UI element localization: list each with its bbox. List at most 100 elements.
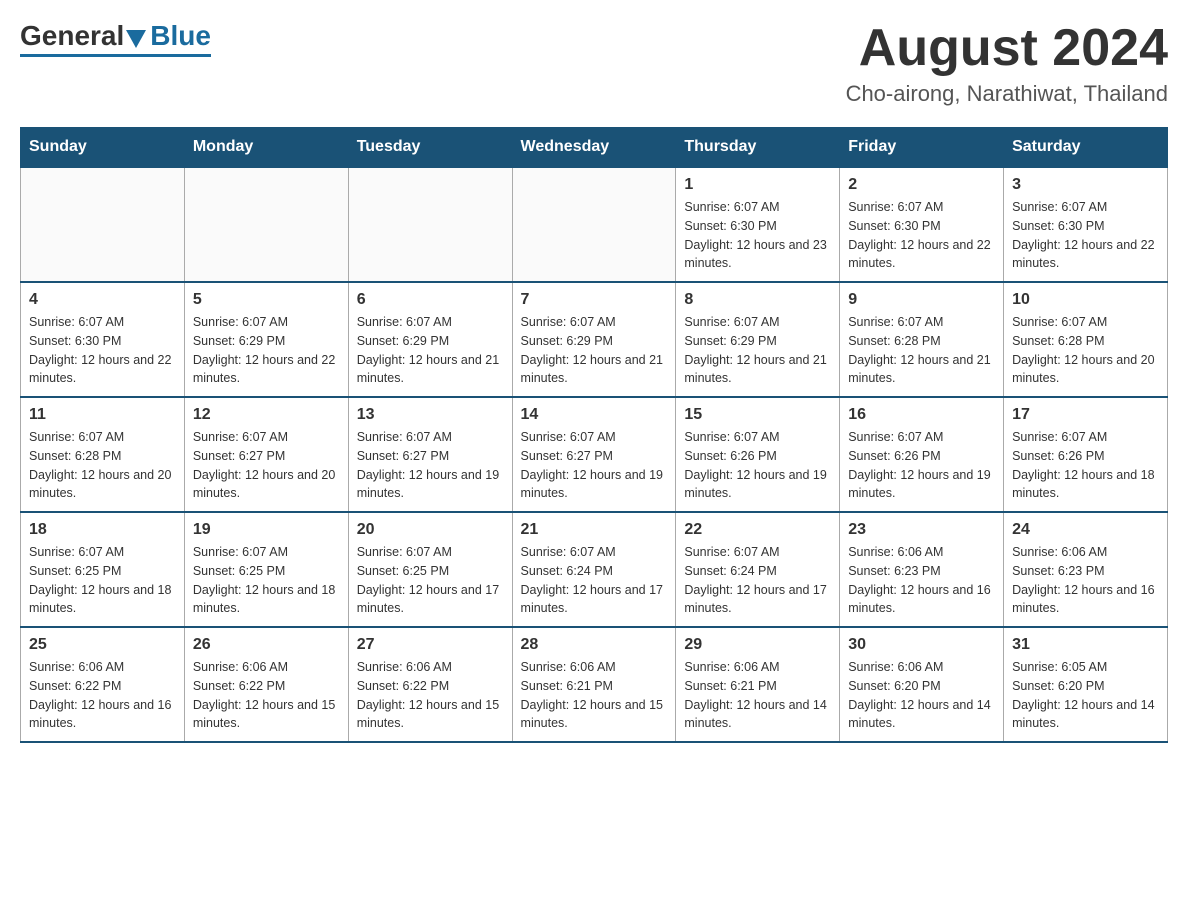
day-info: Sunrise: 6:07 AMSunset: 6:29 PMDaylight:… bbox=[521, 313, 668, 388]
calendar-cell: 7 Sunrise: 6:07 AMSunset: 6:29 PMDaylight… bbox=[512, 282, 676, 397]
day-number: 11 bbox=[29, 406, 176, 424]
day-info: Sunrise: 6:07 AMSunset: 6:25 PMDaylight:… bbox=[357, 543, 504, 618]
calendar-cell: 28 Sunrise: 6:06 AMSunset: 6:21 PMDayligh… bbox=[512, 627, 676, 742]
day-number: 25 bbox=[29, 636, 176, 654]
calendar-cell: 11 Sunrise: 6:07 AMSunset: 6:28 PMDayligh… bbox=[21, 397, 185, 512]
calendar-cell bbox=[348, 167, 512, 282]
month-title: August 2024 bbox=[846, 20, 1168, 77]
calendar-cell: 4 Sunrise: 6:07 AMSunset: 6:30 PMDaylight… bbox=[21, 282, 185, 397]
day-info: Sunrise: 6:07 AMSunset: 6:30 PMDaylight:… bbox=[684, 198, 831, 273]
calendar-cell: 22 Sunrise: 6:07 AMSunset: 6:24 PMDayligh… bbox=[676, 512, 840, 627]
day-info: Sunrise: 6:06 AMSunset: 6:23 PMDaylight:… bbox=[1012, 543, 1159, 618]
day-info: Sunrise: 6:06 AMSunset: 6:23 PMDaylight:… bbox=[848, 543, 995, 618]
day-number: 26 bbox=[193, 636, 340, 654]
col-friday: Friday bbox=[840, 128, 1004, 168]
day-number: 22 bbox=[684, 521, 831, 539]
logo-general-text: General bbox=[20, 20, 124, 52]
calendar-cell bbox=[184, 167, 348, 282]
day-number: 18 bbox=[29, 521, 176, 539]
col-sunday: Sunday bbox=[21, 128, 185, 168]
calendar-cell: 25 Sunrise: 6:06 AMSunset: 6:22 PMDayligh… bbox=[21, 627, 185, 742]
day-number: 20 bbox=[357, 521, 504, 539]
day-number: 8 bbox=[684, 291, 831, 309]
day-number: 17 bbox=[1012, 406, 1159, 424]
calendar-cell: 10 Sunrise: 6:07 AMSunset: 6:28 PMDayligh… bbox=[1004, 282, 1168, 397]
day-number: 24 bbox=[1012, 521, 1159, 539]
col-tuesday: Tuesday bbox=[348, 128, 512, 168]
day-info: Sunrise: 6:06 AMSunset: 6:21 PMDaylight:… bbox=[684, 658, 831, 733]
day-number: 3 bbox=[1012, 176, 1159, 194]
calendar-cell: 18 Sunrise: 6:07 AMSunset: 6:25 PMDayligh… bbox=[21, 512, 185, 627]
day-info: Sunrise: 6:07 AMSunset: 6:30 PMDaylight:… bbox=[29, 313, 176, 388]
day-info: Sunrise: 6:07 AMSunset: 6:30 PMDaylight:… bbox=[1012, 198, 1159, 273]
calendar-cell: 3 Sunrise: 6:07 AMSunset: 6:30 PMDaylight… bbox=[1004, 167, 1168, 282]
day-info: Sunrise: 6:06 AMSunset: 6:22 PMDaylight:… bbox=[193, 658, 340, 733]
day-number: 7 bbox=[521, 291, 668, 309]
day-info: Sunrise: 6:07 AMSunset: 6:29 PMDaylight:… bbox=[193, 313, 340, 388]
day-number: 21 bbox=[521, 521, 668, 539]
day-number: 27 bbox=[357, 636, 504, 654]
day-info: Sunrise: 6:07 AMSunset: 6:24 PMDaylight:… bbox=[684, 543, 831, 618]
calendar-cell: 5 Sunrise: 6:07 AMSunset: 6:29 PMDaylight… bbox=[184, 282, 348, 397]
calendar-table: Sunday Monday Tuesday Wednesday Thursday… bbox=[20, 127, 1168, 743]
day-number: 14 bbox=[521, 406, 668, 424]
calendar-cell: 2 Sunrise: 6:07 AMSunset: 6:30 PMDaylight… bbox=[840, 167, 1004, 282]
logo: General Blue bbox=[20, 20, 211, 57]
day-number: 29 bbox=[684, 636, 831, 654]
col-wednesday: Wednesday bbox=[512, 128, 676, 168]
calendar-cell: 16Sunrise: 6:07 AMSunset: 6:26 PMDayligh… bbox=[840, 397, 1004, 512]
calendar-cell: 21Sunrise: 6:07 AMSunset: 6:24 PMDayligh… bbox=[512, 512, 676, 627]
calendar-cell: 24 Sunrise: 6:06 AMSunset: 6:23 PMDayligh… bbox=[1004, 512, 1168, 627]
calendar-cell: 30Sunrise: 6:06 AMSunset: 6:20 PMDayligh… bbox=[840, 627, 1004, 742]
day-number: 5 bbox=[193, 291, 340, 309]
day-info: Sunrise: 6:06 AMSunset: 6:20 PMDaylight:… bbox=[848, 658, 995, 733]
day-number: 1 bbox=[684, 176, 831, 194]
calendar-week-row: 25 Sunrise: 6:06 AMSunset: 6:22 PMDayligh… bbox=[21, 627, 1168, 742]
day-info: Sunrise: 6:07 AMSunset: 6:30 PMDaylight:… bbox=[848, 198, 995, 273]
page-header: General Blue August 2024 Cho-airong, Nar… bbox=[20, 20, 1168, 107]
day-number: 13 bbox=[357, 406, 504, 424]
location-subtitle: Cho-airong, Narathiwat, Thailand bbox=[846, 81, 1168, 107]
calendar-cell bbox=[21, 167, 185, 282]
day-number: 6 bbox=[357, 291, 504, 309]
day-info: Sunrise: 6:07 AMSunset: 6:25 PMDaylight:… bbox=[29, 543, 176, 618]
day-info: Sunrise: 6:07 AMSunset: 6:26 PMDaylight:… bbox=[1012, 428, 1159, 503]
day-number: 9 bbox=[848, 291, 995, 309]
calendar-cell: 17 Sunrise: 6:07 AMSunset: 6:26 PMDayligh… bbox=[1004, 397, 1168, 512]
calendar-cell: 29 Sunrise: 6:06 AMSunset: 6:21 PMDayligh… bbox=[676, 627, 840, 742]
calendar-cell: 12Sunrise: 6:07 AMSunset: 6:27 PMDayligh… bbox=[184, 397, 348, 512]
calendar-cell: 15 Sunrise: 6:07 AMSunset: 6:26 PMDayligh… bbox=[676, 397, 840, 512]
day-number: 28 bbox=[521, 636, 668, 654]
calendar-cell: 27Sunrise: 6:06 AMSunset: 6:22 PMDayligh… bbox=[348, 627, 512, 742]
calendar-cell: 31Sunrise: 6:05 AMSunset: 6:20 PMDayligh… bbox=[1004, 627, 1168, 742]
day-info: Sunrise: 6:07 AMSunset: 6:28 PMDaylight:… bbox=[848, 313, 995, 388]
calendar-cell: 13 Sunrise: 6:07 AMSunset: 6:27 PMDayligh… bbox=[348, 397, 512, 512]
day-info: Sunrise: 6:07 AMSunset: 6:25 PMDaylight:… bbox=[193, 543, 340, 618]
day-info: Sunrise: 6:06 AMSunset: 6:21 PMDaylight:… bbox=[521, 658, 668, 733]
day-info: Sunrise: 6:07 AMSunset: 6:29 PMDaylight:… bbox=[357, 313, 504, 388]
calendar-cell: 23 Sunrise: 6:06 AMSunset: 6:23 PMDayligh… bbox=[840, 512, 1004, 627]
day-info: Sunrise: 6:07 AMSunset: 6:28 PMDaylight:… bbox=[29, 428, 176, 503]
day-number: 19 bbox=[193, 521, 340, 539]
calendar-cell: 6 Sunrise: 6:07 AMSunset: 6:29 PMDaylight… bbox=[348, 282, 512, 397]
day-info: Sunrise: 6:07 AMSunset: 6:26 PMDaylight:… bbox=[684, 428, 831, 503]
logo-underline bbox=[20, 54, 211, 57]
day-number: 2 bbox=[848, 176, 995, 194]
calendar-cell bbox=[512, 167, 676, 282]
day-number: 4 bbox=[29, 291, 176, 309]
calendar-week-row: 18 Sunrise: 6:07 AMSunset: 6:25 PMDayligh… bbox=[21, 512, 1168, 627]
day-number: 10 bbox=[1012, 291, 1159, 309]
calendar-cell: 9 Sunrise: 6:07 AMSunset: 6:28 PMDaylight… bbox=[840, 282, 1004, 397]
day-info: Sunrise: 6:07 AMSunset: 6:28 PMDaylight:… bbox=[1012, 313, 1159, 388]
calendar-week-row: 1 Sunrise: 6:07 AMSunset: 6:30 PMDaylight… bbox=[21, 167, 1168, 282]
calendar-week-row: 11 Sunrise: 6:07 AMSunset: 6:28 PMDayligh… bbox=[21, 397, 1168, 512]
day-number: 23 bbox=[848, 521, 995, 539]
day-number: 15 bbox=[684, 406, 831, 424]
day-info: Sunrise: 6:06 AMSunset: 6:22 PMDaylight:… bbox=[29, 658, 176, 733]
day-info: Sunrise: 6:07 AMSunset: 6:27 PMDaylight:… bbox=[357, 428, 504, 503]
day-info: Sunrise: 6:07 AMSunset: 6:29 PMDaylight:… bbox=[684, 313, 831, 388]
title-section: August 2024 Cho-airong, Narathiwat, Thai… bbox=[846, 20, 1168, 107]
logo-triangle-icon bbox=[126, 30, 146, 48]
day-number: 12 bbox=[193, 406, 340, 424]
logo-blue-text: Blue bbox=[150, 20, 211, 52]
